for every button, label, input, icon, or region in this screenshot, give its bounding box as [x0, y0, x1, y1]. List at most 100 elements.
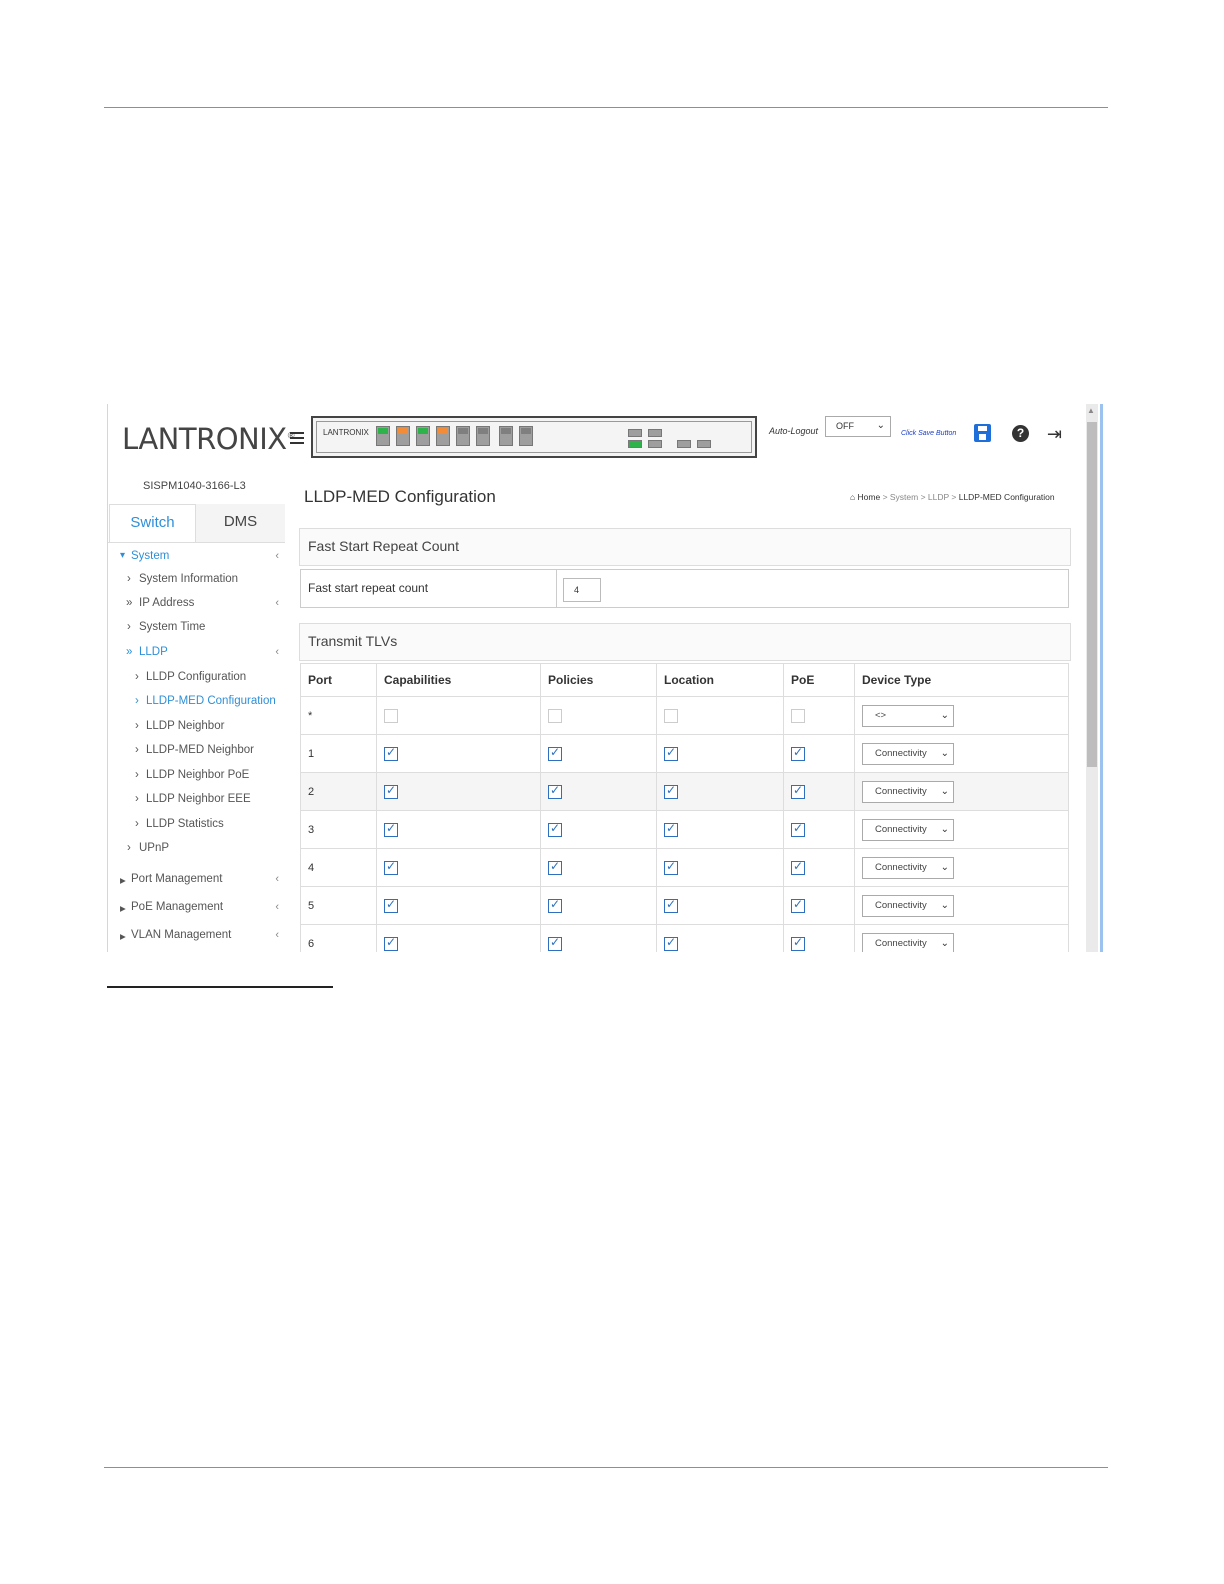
table-header-row: Port Capabilities Policies Location PoE … — [300, 663, 1069, 697]
policies-checkbox[interactable] — [548, 708, 562, 723]
poe-checkbox[interactable] — [791, 745, 805, 761]
policies-checkbox[interactable] — [548, 859, 562, 875]
sfp-port[interactable] — [697, 440, 711, 448]
port-led[interactable] — [416, 426, 430, 446]
auto-logout-select[interactable]: OFF ⌄ — [825, 416, 891, 437]
port-led[interactable] — [476, 426, 490, 446]
chevron-left-icon: ‹ — [275, 901, 279, 913]
fast-start-row: Fast start repeat count — [300, 569, 1069, 608]
location-checkbox[interactable] — [664, 745, 678, 761]
transmit-tlvs-section-title: Transmit TLVs — [308, 633, 398, 649]
col-location: Location — [656, 663, 784, 697]
capabilities-checkbox[interactable] — [384, 897, 398, 913]
sfp-port[interactable] — [628, 429, 642, 437]
port-led[interactable] — [519, 426, 533, 446]
port-led[interactable] — [376, 426, 390, 446]
policies-checkbox[interactable] — [548, 821, 562, 837]
port-cell: 5 — [300, 886, 377, 925]
port-cell: 3 — [300, 810, 377, 849]
capabilities-checkbox[interactable] — [384, 745, 398, 761]
col-port: Port — [300, 663, 377, 697]
poe-checkbox[interactable] — [791, 708, 805, 723]
table-row: 5 Connectivity⌄ — [300, 886, 1069, 925]
sfp-port[interactable] — [648, 429, 662, 437]
sfp-port[interactable] — [677, 440, 691, 448]
port-cell: * — [300, 696, 377, 735]
breadcrumb-lldp[interactable]: LLDP — [928, 492, 949, 502]
port-cell: 1 — [300, 734, 377, 773]
capabilities-checkbox[interactable] — [384, 935, 398, 951]
device-type-select[interactable]: Connectivity ⌄ — [862, 818, 954, 841]
fast-start-section-title: Fast Start Repeat Count — [308, 538, 459, 554]
capabilities-checkbox[interactable] — [384, 708, 398, 723]
fast-start-label: Fast start repeat count — [308, 581, 429, 595]
scrollbar-thumb[interactable] — [1087, 422, 1097, 767]
poe-checkbox[interactable] — [791, 897, 805, 913]
wildcard-row: * <> ⌄ — [300, 696, 1069, 735]
chevron-down-icon: ⌄ — [940, 937, 949, 949]
table-row: 3 Connectivity⌄ — [300, 810, 1069, 849]
location-checkbox[interactable] — [664, 897, 678, 913]
location-checkbox[interactable] — [664, 783, 678, 799]
save-icon[interactable] — [974, 424, 991, 442]
port-led[interactable] — [456, 426, 470, 446]
fast-start-section-header: Fast Start Repeat Count — [299, 528, 1071, 566]
port-led[interactable] — [396, 426, 410, 446]
poe-checkbox[interactable] — [791, 783, 805, 799]
policies-checkbox[interactable] — [548, 745, 562, 761]
location-checkbox[interactable] — [664, 708, 678, 723]
col-capabilities: Capabilities — [376, 663, 541, 697]
poe-checkbox[interactable] — [791, 821, 805, 837]
scroll-up-icon[interactable]: ▲ — [1087, 406, 1095, 415]
chevron-down-icon: ⌄ — [876, 420, 885, 431]
poe-checkbox[interactable] — [791, 859, 805, 875]
sidebar-tabs: Switch DMS — [108, 504, 285, 543]
policies-checkbox[interactable] — [548, 783, 562, 799]
page-header-rule — [104, 107, 1108, 108]
chevron-left-icon: ‹ — [275, 597, 279, 609]
breadcrumb: ⌂ Home > System > LLDP > LLDP-MED Config… — [850, 492, 1055, 502]
capabilities-checkbox[interactable] — [384, 859, 398, 875]
capabilities-checkbox[interactable] — [384, 821, 398, 837]
tab-dms[interactable]: DMS — [196, 504, 285, 542]
port-cell: 4 — [300, 848, 377, 887]
chevron-down-icon: ⌄ — [940, 899, 949, 911]
breadcrumb-home[interactable]: Home — [858, 492, 881, 502]
port-cell: 2 — [300, 772, 377, 811]
policies-checkbox[interactable] — [548, 897, 562, 913]
chevron-down-icon: ⌄ — [940, 785, 949, 797]
logout-icon[interactable]: ⇥ — [1047, 425, 1062, 443]
panel-brand-label: LANTRONIX — [323, 428, 369, 437]
device-type-select[interactable]: <> ⌄ — [862, 704, 954, 727]
tab-switch[interactable]: Switch — [109, 504, 196, 542]
chevron-down-icon: ⌄ — [940, 861, 949, 873]
menu-icon[interactable] — [290, 432, 304, 446]
policies-checkbox[interactable] — [548, 935, 562, 951]
chevron-left-icon: ‹ — [275, 550, 279, 562]
caret-right-icon: ▸ — [120, 875, 126, 887]
port-led[interactable] — [436, 426, 450, 446]
device-type-select[interactable]: Connectivity ⌄ — [862, 932, 954, 952]
device-type-select[interactable]: Connectivity ⌄ — [862, 894, 954, 917]
location-checkbox[interactable] — [664, 859, 678, 875]
help-icon[interactable]: ? — [1012, 425, 1029, 442]
home-icon: ⌂ — [850, 492, 856, 502]
lantronix-logo: LANTRONIX® — [122, 422, 296, 456]
fast-start-repeat-input[interactable] — [563, 578, 601, 602]
location-checkbox[interactable] — [664, 935, 678, 951]
poe-checkbox[interactable] — [791, 935, 805, 951]
sfp-port[interactable] — [648, 440, 662, 448]
capabilities-checkbox[interactable] — [384, 783, 398, 799]
caret-right-icon: ▸ — [120, 931, 126, 943]
device-type-select[interactable]: Connectivity ⌄ — [862, 780, 954, 803]
device-type-select[interactable]: Connectivity ⌄ — [862, 742, 954, 765]
sfp-port[interactable] — [628, 440, 642, 448]
chevron-down-icon: ⌄ — [940, 747, 949, 759]
device-type-select[interactable]: Connectivity ⌄ — [862, 856, 954, 879]
port-led[interactable] — [499, 426, 513, 446]
chevron-left-icon: ‹ — [275, 929, 279, 941]
location-checkbox[interactable] — [664, 821, 678, 837]
breadcrumb-system[interactable]: System — [890, 492, 918, 502]
save-hint: Click Save Button — [901, 430, 957, 437]
col-poe: PoE — [783, 663, 855, 697]
